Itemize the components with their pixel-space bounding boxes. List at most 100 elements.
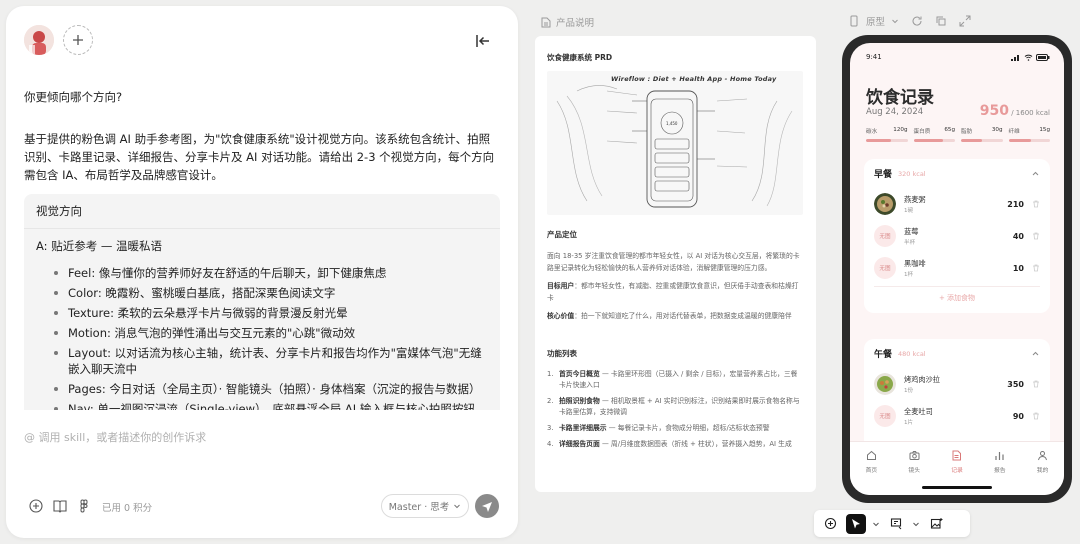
- list-item: Color: 晚霞粉、蜜桃暖白基底，搭配深栗色阅读文字: [54, 285, 488, 301]
- plus-circle-icon: [824, 517, 836, 530]
- credits-usage: 已用 0 积分: [102, 503, 153, 514]
- chat-input[interactable]: @ 调用 skill，或者描述你的创作诉求: [24, 429, 206, 445]
- meal-header[interactable]: 午餐 480 kcal: [864, 339, 1050, 368]
- collapse-panel-button[interactable]: [472, 30, 494, 52]
- prd-document[interactable]: 饮食健康系统 PRD Wireflow : Diet + Health App …: [535, 36, 816, 492]
- app-tab-bar: 首页 镜头 记录 报告 我的: [850, 441, 1064, 495]
- food-thumbnail: [874, 193, 896, 215]
- tab-profile[interactable]: 我的: [1021, 450, 1064, 495]
- trash-icon[interactable]: [1032, 380, 1040, 388]
- macro-bar: [1008, 139, 1050, 142]
- model-selector[interactable]: Master · 思考: [381, 494, 469, 518]
- trash-icon[interactable]: [1032, 200, 1040, 208]
- bar-chart-icon: [995, 452, 1004, 460]
- plus-circle-icon: [29, 499, 43, 513]
- comment-tool-button[interactable]: [886, 514, 906, 534]
- phone-frame: 9:41 饮食记录 Aug 24, 2024 950 / 1600 kcal 碳…: [842, 35, 1072, 503]
- list-item: Pages: 今日对话（全局主页）· 智能镜头（拍照）· 身体档案（沉淀的报告与…: [54, 381, 488, 397]
- home-icon: [866, 450, 876, 460]
- target-text: ：都市年轻女性，有减脂、控重或健康饮食意识，但厌倦手动查表和枯燥打卡: [547, 282, 799, 302]
- target-users: 目标用户：都市年轻女性，有减脂、控重或健康饮食意识，但厌倦手动查表和枯燥打卡: [547, 280, 804, 304]
- send-button[interactable]: [475, 494, 499, 518]
- message-area[interactable]: 你更倾向哪个方向? 基于提供的粉色调 AI 助手参考图，为"饮食健康系统"设计视…: [24, 88, 500, 410]
- list-item: Texture: 柔软的云朵悬浮卡片与微弱的背景漫反射光晕: [54, 305, 488, 321]
- send-icon: [482, 502, 492, 512]
- status-bar: 9:41: [866, 53, 1050, 61]
- chevron-down-icon: [454, 504, 461, 509]
- calorie-value: 950: [979, 103, 1009, 119]
- svg-text:1,450: 1,450: [666, 121, 678, 126]
- food-thumbnail: [874, 373, 896, 395]
- food-item[interactable]: 燕麦粥 1碗 210: [864, 188, 1050, 220]
- figma-button[interactable]: [76, 498, 92, 514]
- trash-icon[interactable]: [1032, 232, 1040, 240]
- app-date: Aug 24, 2024: [866, 107, 924, 117]
- direction-title: A: 贴近参考 — 温暖私语: [36, 239, 163, 253]
- list-item: 3. 卡路里详细展示 — 每餐记录卡片，食物成分明细，超标/达标状态预警: [547, 424, 770, 432]
- sketch-title: Wireflow : Diet + Health App - Home Toda…: [611, 75, 777, 83]
- trash-icon[interactable]: [1032, 264, 1040, 272]
- plus-icon: [73, 35, 83, 45]
- positioning-text: 面向 18-35 岁注重饮食管理的都市年轻女性，以 AI 对话为核心交互层，将繁…: [547, 252, 800, 272]
- macro-bar: [961, 139, 1003, 142]
- meal-header[interactable]: 早餐 320 kcal: [864, 159, 1050, 188]
- add-attachment-button[interactable]: [28, 498, 44, 514]
- chevron-down-icon[interactable]: [912, 520, 920, 528]
- battery-icon: [1036, 53, 1050, 61]
- macro-protein: 蛋白质 65g: [913, 127, 955, 142]
- core-value: 核心价值：拍一下就知道吃了什么，用对话代替表单，把数据变成温暖的健康陪伴: [547, 310, 804, 322]
- refresh-icon[interactable]: [911, 15, 923, 27]
- macro-carbs: 碳水 120g: [866, 127, 908, 142]
- list-item: Layout: 以对话流为核心主轴，统计表、分享卡片和报告均作为"富媒体气泡"无…: [54, 345, 488, 377]
- list-item: 1. 首页今日概览 — 卡路里环形图（已摄入 / 剩余 / 目标），宏量营养素占比…: [547, 370, 798, 389]
- food-item[interactable]: 烤鸡肉沙拉 1份 350: [864, 368, 1050, 400]
- add-food-button[interactable]: + 添加食物: [874, 286, 1040, 313]
- image-tool-button[interactable]: [926, 514, 946, 534]
- copy-icon[interactable]: [935, 15, 947, 27]
- target-label: 目标用户: [547, 282, 575, 290]
- no-image-placeholder: 无图: [874, 225, 896, 247]
- meal-card-breakfast: 早餐 320 kcal 燕麦粥1碗 210 无图 蓝莓半杯 40 无图 黑咖: [864, 159, 1050, 313]
- no-image-placeholder: 无图: [874, 405, 896, 427]
- food-item[interactable]: 无图 全麦吐司 1片 90: [864, 400, 1050, 432]
- new-chat-button[interactable]: [63, 25, 93, 55]
- trash-icon[interactable]: [1032, 412, 1040, 420]
- macro-fiber: 纤维 15g: [1008, 127, 1050, 142]
- chevron-down-icon[interactable]: [872, 520, 880, 528]
- document-icon: [541, 17, 551, 27]
- chevron-down-icon[interactable]: [891, 17, 899, 25]
- prototype-toolbar: 原型: [848, 14, 971, 28]
- book-icon: [53, 500, 67, 513]
- home-indicator: [922, 486, 992, 489]
- doc-tab-label: 产品说明: [556, 18, 595, 29]
- select-tool-button[interactable]: [846, 513, 866, 534]
- add-element-button[interactable]: [820, 514, 840, 534]
- doc-tab[interactable]: 产品说明: [541, 15, 594, 29]
- phone-icon: [850, 15, 858, 27]
- direction-bullets: Feel: 像与懂你的营养师好友在舒适的午后聊天，卸下健康焦虑 Color: 晚…: [36, 265, 488, 410]
- food-item[interactable]: 无图 黑咖啡 1杯 10: [864, 252, 1050, 284]
- annotate-icon: [890, 518, 901, 530]
- user-icon: [1038, 451, 1048, 461]
- prototype-label[interactable]: 原型: [866, 14, 885, 28]
- no-image-placeholder: 无图: [874, 257, 896, 279]
- user-question: 你更倾向哪个方向?: [24, 90, 123, 104]
- signal-icon: [1011, 54, 1019, 61]
- tab-home[interactable]: 首页: [850, 450, 893, 495]
- feature-list: 1. 首页今日概览 — 卡路里环形图（已摄入 / 剩余 / 目标），宏量营养素占比…: [547, 369, 804, 450]
- wireflow-sketch: Wireflow : Diet + Health App - Home Toda…: [547, 71, 803, 215]
- library-button[interactable]: [52, 498, 68, 514]
- camera-icon: [909, 451, 920, 460]
- app-title: 饮食记录: [866, 88, 934, 108]
- list-item: 2. 拍照识别食物 — 相机取景框 + AI 实时识别标注，识别结果即时展示食物名…: [547, 397, 800, 416]
- expand-icon[interactable]: [959, 15, 971, 27]
- food-item[interactable]: 无图 蓝莓 半杯 40: [864, 220, 1050, 252]
- chat-panel: 你更倾向哪个方向? 基于提供的粉色调 AI 助手参考图，为"饮食健康系统"设计视…: [6, 6, 518, 538]
- canvas-toolbar: [814, 510, 970, 537]
- app-screen: 9:41 饮食记录 Aug 24, 2024 950 / 1600 kcal 碳…: [850, 43, 1064, 495]
- list-item: Feel: 像与懂你的营养师好友在舒适的午后聊天，卸下健康焦虑: [54, 265, 488, 281]
- model-label: Master · 思考: [388, 502, 450, 513]
- avatar[interactable]: [24, 25, 54, 55]
- list-item: 4. 详细报告页面 — 周/月维度数据图表（折线 + 柱状），营养摄入趋势，AI …: [547, 440, 792, 448]
- meal-card-lunch: 午餐 480 kcal 烤鸡肉沙拉 1份 350 无图 全麦吐司 1片 90: [864, 339, 1050, 449]
